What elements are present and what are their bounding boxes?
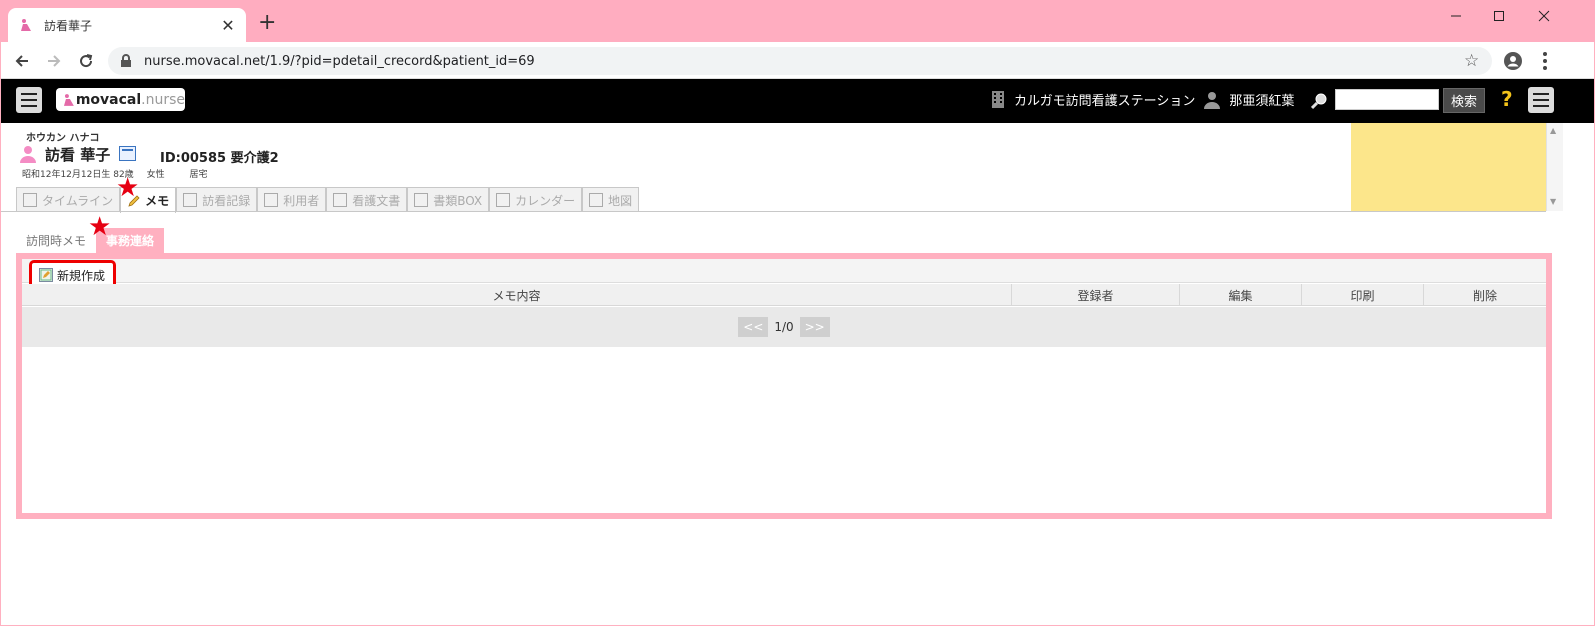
scroll-up-icon[interactable]: ▲: [1550, 126, 1556, 135]
pdf-icon: [333, 193, 348, 207]
user-icon: [1203, 91, 1221, 109]
scroll-down-icon[interactable]: ▼: [1550, 197, 1556, 206]
next-page-button[interactable]: >>: [799, 317, 830, 337]
tab-user[interactable]: 利用者: [257, 187, 327, 212]
address-bar: nurse.movacal.net/1.9/?pid=pdetail_creco…: [0, 42, 1595, 79]
annotation-star-icon: ★: [116, 173, 140, 203]
station-info: カルガモ訪問看護ステーション 那亜須紅葉: [992, 90, 1294, 109]
col-delete: 削除: [1472, 288, 1497, 303]
minimize-icon[interactable]: [1436, 4, 1476, 28]
url-text: nurse.movacal.net/1.9/?pid=pdetail_creco…: [144, 53, 535, 69]
close-tab-icon[interactable]: ✕: [220, 16, 236, 35]
window-close-icon[interactable]: [1524, 4, 1564, 28]
logo-sub: .nurse: [141, 91, 185, 108]
annotation-star-icon: ★: [88, 212, 112, 242]
logo-main: movacal: [75, 91, 142, 108]
browser-tab-title: 訪看華子: [44, 18, 93, 33]
patient-icon: [19, 145, 37, 163]
tab-label: 看護文書: [352, 193, 401, 208]
station-name: カルガモ訪問看護ステーション: [1014, 94, 1196, 109]
tab-document-box[interactable]: 書類BOX: [407, 187, 490, 212]
lock-icon: [120, 53, 136, 69]
col-edit: 編集: [1180, 284, 1302, 306]
app-logo[interactable]: movacal .nurse: [56, 88, 185, 111]
memo-toolbar: [22, 259, 1546, 283]
building-icon: [992, 91, 1004, 108]
note-area: [1351, 123, 1546, 211]
col-registrant: 登録者: [1012, 284, 1180, 306]
timeline-icon: [23, 193, 37, 207]
id-card-icon: [264, 193, 279, 207]
right-menu-icon[interactable]: [1528, 87, 1554, 113]
omnibox[interactable]: nurse.movacal.net/1.9/?pid=pdetail_creco…: [108, 47, 1492, 75]
col-memo-content: メモ内容: [22, 284, 1012, 306]
page-info: 1/0: [774, 320, 794, 334]
search-icon: [1310, 92, 1329, 110]
back-arrow-icon[interactable]: [9, 48, 35, 74]
box-icon: [414, 193, 429, 207]
browser-tab[interactable]: 訪看華子 ✕: [8, 8, 246, 42]
tab-calendar[interactable]: カレンダー: [489, 187, 583, 212]
tab-nursing-docs[interactable]: 看護文書: [326, 187, 408, 212]
open-window-icon[interactable]: [119, 146, 136, 161]
patient-name: 訪看 華子: [45, 146, 111, 164]
patient-furigana: ホウカン ハナコ: [26, 133, 100, 144]
window-border-left: [0, 42, 1, 626]
tab-visit-record[interactable]: 訪看記録: [176, 187, 258, 212]
account-icon[interactable]: [1503, 51, 1523, 71]
col-print: 印刷: [1302, 284, 1424, 306]
app-header: movacal .nurse カルガモ訪問看護ステーション 那亜須紅葉 検索 ?: [1, 79, 1594, 123]
memo-table-header: メモ内容 登録者 編集 印刷 削除: [22, 284, 1546, 306]
user-name[interactable]: 那亜須紅葉: [1229, 90, 1294, 109]
new-tab-button[interactable]: +: [258, 12, 276, 34]
tab-label: タイムライン: [42, 193, 114, 208]
tab-timeline[interactable]: タイムライン: [16, 187, 121, 212]
main-tabs: タイムライン メモ 訪看記録 利用者 看護文書 書類BOX カレンダー 地図: [16, 187, 640, 213]
map-icon: [589, 193, 604, 207]
left-menu-icon[interactable]: [16, 87, 42, 113]
tab-map[interactable]: 地図: [582, 187, 640, 212]
tab-label: 利用者: [283, 193, 320, 208]
browser-menu-icon[interactable]: [1542, 50, 1548, 72]
subtab-visit-memo[interactable]: 訪問時メモ: [16, 228, 96, 253]
tab-divider: [0, 211, 1546, 212]
search-input[interactable]: [1335, 89, 1439, 110]
tab-label: カレンダー: [515, 193, 576, 208]
new-memo-label: 新規作成: [57, 268, 106, 283]
tab-label: 地図: [608, 193, 633, 208]
search-button[interactable]: 検索: [1443, 88, 1485, 113]
favicon-icon: [18, 17, 34, 33]
memo-panel: 新規作成 メモ内容 登録者 編集 印刷 削除 << 1/0 >>: [16, 253, 1552, 519]
calendar-icon: [496, 193, 511, 207]
tab-label: 書類BOX: [433, 193, 483, 208]
reload-icon[interactable]: [73, 48, 99, 74]
patient-residence: 居宅: [189, 170, 208, 180]
header-scrollbar[interactable]: ▲ ▼: [1546, 123, 1563, 211]
record-icon: [183, 193, 198, 207]
patient-birth: 昭和12年12月12日生: [22, 170, 111, 180]
browser-tab-bar: 訪看華子 ✕ +: [0, 0, 1595, 42]
tab-label: 訪看記録: [202, 193, 251, 208]
tab-label: メモ: [145, 194, 170, 208]
new-document-icon: [39, 268, 53, 282]
maximize-icon[interactable]: [1479, 4, 1519, 28]
patient-id-care-level: ID:00585 要介護2: [160, 151, 279, 166]
pagination: << 1/0 >>: [22, 307, 1546, 347]
logo-icon: [63, 93, 74, 106]
patient-sex: 女性: [146, 170, 165, 180]
help-icon[interactable]: ?: [1501, 87, 1513, 111]
prev-page-button[interactable]: <<: [738, 317, 769, 337]
forward-arrow-icon[interactable]: [41, 48, 67, 74]
bookmark-star-icon[interactable]: ☆: [1464, 51, 1479, 71]
